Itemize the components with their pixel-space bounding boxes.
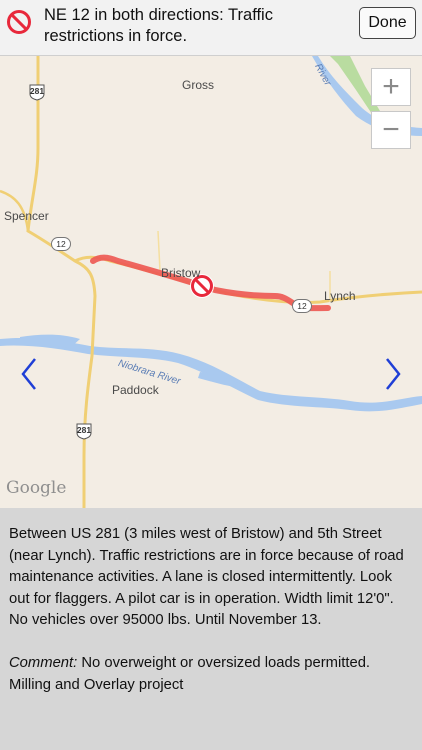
zoom-out-button[interactable]: − — [371, 111, 411, 149]
place-label-lynch: Lynch — [324, 289, 356, 303]
place-label-spencer: Spencer — [4, 209, 49, 223]
place-label-paddock: Paddock — [112, 383, 159, 397]
map-view[interactable]: Gross Spencer Bristow Lynch Paddock Niob… — [0, 56, 422, 508]
alert-title: NE 12 in both directions: Traffic restri… — [44, 6, 273, 45]
alert-header: NE 12 in both directions: Traffic restri… — [0, 0, 422, 56]
done-button[interactable]: Done — [359, 7, 416, 39]
place-label-gross: Gross — [182, 78, 215, 92]
local-road — [157, 230, 161, 272]
ne-12-badge: 12 — [51, 237, 71, 251]
us-281-shield: 281 — [75, 422, 93, 440]
zoom-in-button[interactable]: + — [371, 68, 411, 106]
ne-12-badge: 12 — [292, 299, 312, 313]
us-281-road — [26, 56, 97, 508]
map-canvas — [0, 56, 422, 508]
comment-paragraph: Comment: No overweight or oversized load… — [9, 653, 413, 696]
shield-number: 281 — [76, 425, 92, 435]
next-arrow-icon[interactable] — [384, 356, 402, 392]
us-281-shield: 281 — [28, 83, 46, 101]
comment-label: Comment: — [9, 654, 78, 671]
shield-number: 281 — [29, 86, 45, 96]
description-body: Between US 281 (3 miles west of Bristow)… — [9, 526, 404, 629]
place-label-bristow: Bristow — [161, 266, 201, 280]
previous-arrow-icon[interactable] — [20, 356, 38, 392]
no-entry-icon — [7, 10, 31, 34]
incident-description: Between US 281 (3 miles west of Bristow)… — [0, 508, 422, 750]
google-logo: Google — [6, 478, 67, 498]
